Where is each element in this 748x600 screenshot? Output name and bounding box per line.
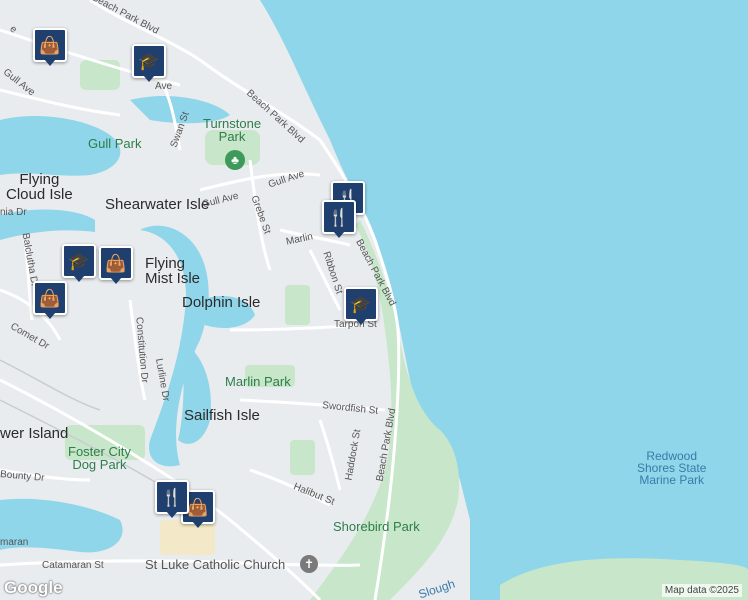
park-tree-icon: ♣ [225,150,245,170]
shopping-bag-icon: 👜 [105,253,127,273]
area-tower-island: wer Island [0,425,69,442]
park-redwood-shores: Redwood Shores State Marine Park [637,449,707,487]
marker-school-3[interactable]: 🎓 [62,244,96,284]
street-catamaran-st: Catamaran St [42,560,104,571]
street-nia-dr: nia Dr [0,207,27,218]
area-sailfish-isle: Sailfish Isle [184,407,260,424]
area-flying-cloud-isle: Flying Cloud Isle [6,171,73,203]
school-icon: 🎓 [138,51,160,71]
park-foster-city-dog: Foster City Dog Park [68,444,131,472]
marker-school-2[interactable]: 🎓 [344,287,378,327]
marker-cluster-back-1[interactable]: 🍴 [155,480,189,520]
school-icon: 🎓 [350,294,372,314]
street-catamaran-partial: maran [0,537,29,548]
school-icon: 🎓 [68,251,90,271]
area-flying-mist-isle: Flying Mist Isle [145,255,201,287]
marker-shopping-3[interactable]: 👜 [33,281,67,321]
area-dolphin-isle: Dolphin Isle [182,294,261,311]
marker-shopping-1[interactable]: 👜 [33,28,67,68]
marker-restaurant-2[interactable]: 🍴 [322,200,356,240]
area-shearwater-isle: Shearwater Isle [105,196,210,213]
marker-shopping-2[interactable]: 👜 [99,246,133,286]
restaurant-icon: 🍴 [328,207,350,227]
map-attribution: Map data ©2025 [661,584,742,597]
shopping-bag-icon: 👜 [39,35,61,55]
restaurant-icon: 🍴 [161,487,183,507]
park-shorebird: Shorebird Park [333,519,420,534]
park-marlin: Marlin Park [225,374,291,389]
park-gull: Gull Park [88,136,142,151]
poi-st-luke-church: St Luke Catholic Church [145,557,286,572]
park-turnstone: Turnstone Park [203,116,262,144]
marker-school-1[interactable]: 🎓 [132,44,166,84]
shopping-bag-icon: 👜 [187,497,209,517]
map-canvas[interactable]: Flying Cloud Isle Shearwater Isle Flying… [0,0,748,600]
shopping-bag-icon: 👜 [39,288,61,308]
google-logo: Google [4,578,63,597]
church-icon: ✝ [300,555,318,573]
